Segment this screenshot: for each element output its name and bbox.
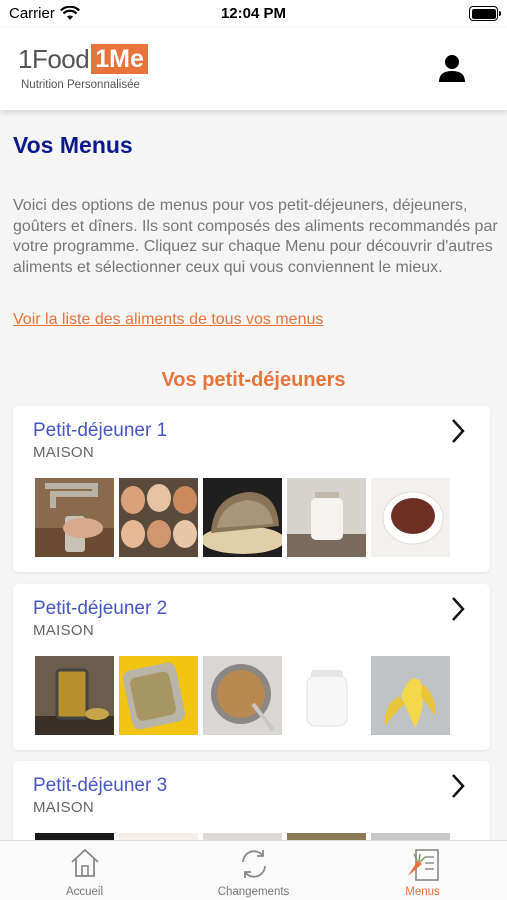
menu-list-icon [407, 849, 439, 881]
main-content[interactable]: Vos Menus Voici des options de menus pou… [0, 110, 507, 840]
tab-changements[interactable]: Changements [169, 841, 338, 900]
food-thumbnails [35, 833, 450, 840]
food-image [35, 833, 114, 840]
food-image [119, 833, 198, 840]
food-image [203, 833, 282, 840]
home-icon [70, 848, 99, 877]
banana-image [371, 656, 450, 735]
menu-card-subtitle: MAISON [33, 799, 94, 816]
chevron-right-icon[interactable] [450, 596, 466, 622]
milk-jar-image [287, 478, 366, 557]
chevron-right-icon[interactable] [450, 418, 466, 444]
tab-label: Menus [405, 886, 440, 898]
logo-tagline: Nutrition Personnalisée [21, 79, 140, 91]
food-thumbnails [35, 478, 450, 557]
menu-card-subtitle: MAISON [33, 622, 94, 639]
food-image [371, 833, 450, 840]
food-image [287, 833, 366, 840]
eggs-image [119, 478, 198, 557]
food-thumbnails [35, 656, 450, 735]
menu-card-title: Petit-déjeuner 1 [33, 420, 168, 441]
tab-menus[interactable]: Menus [338, 841, 507, 900]
sardines-tin-image [119, 656, 198, 735]
bread-image [203, 478, 282, 557]
menu-card-title: Petit-déjeuner 2 [33, 598, 168, 619]
tab-accueil[interactable]: Accueil [0, 841, 169, 900]
app-logo[interactable]: 1Food 1Me Nutrition Personnalisée [18, 44, 148, 91]
tap-water-image [35, 478, 114, 557]
status-bar: Carrier 12:04 PM [0, 0, 507, 28]
profile-icon[interactable] [438, 54, 466, 84]
battery-icon [469, 6, 501, 21]
french-press-tea-image [35, 656, 114, 735]
tab-label: Accueil [65, 886, 104, 898]
menu-card[interactable]: Petit-déjeuner 2 MAISON [13, 584, 490, 750]
yogurt-jar-image [287, 656, 366, 735]
intro-text: Voici des options de menus pour vos peti… [13, 197, 498, 276]
status-time: 12:04 PM [220, 5, 287, 22]
logo-me-badge: 1Me [91, 44, 148, 74]
tab-label: Changements [217, 886, 290, 898]
granola-bowl-image [203, 656, 282, 735]
menu-card-title: Petit-déjeuner 3 [33, 775, 168, 796]
all-foods-link[interactable]: Voir la liste des aliments de tous vos m… [13, 311, 323, 329]
tab-bar: Accueil Changements Menus [0, 840, 507, 900]
section-title: Vos petit-déjeuners [161, 369, 346, 391]
chocolate-powder-image [371, 478, 450, 557]
refresh-icon [241, 850, 266, 878]
menu-card-subtitle: MAISON [33, 444, 94, 461]
logo-food-text: 1Food [18, 44, 90, 74]
page-title: Vos Menus [13, 132, 133, 158]
chevron-right-icon[interactable] [450, 773, 466, 799]
menu-card[interactable]: Petit-déjeuner 3 MAISON [13, 761, 490, 840]
menu-card[interactable]: Petit-déjeuner 1 MAISON [13, 406, 490, 572]
app-header: 1Food 1Me Nutrition Personnalisée [0, 28, 507, 110]
